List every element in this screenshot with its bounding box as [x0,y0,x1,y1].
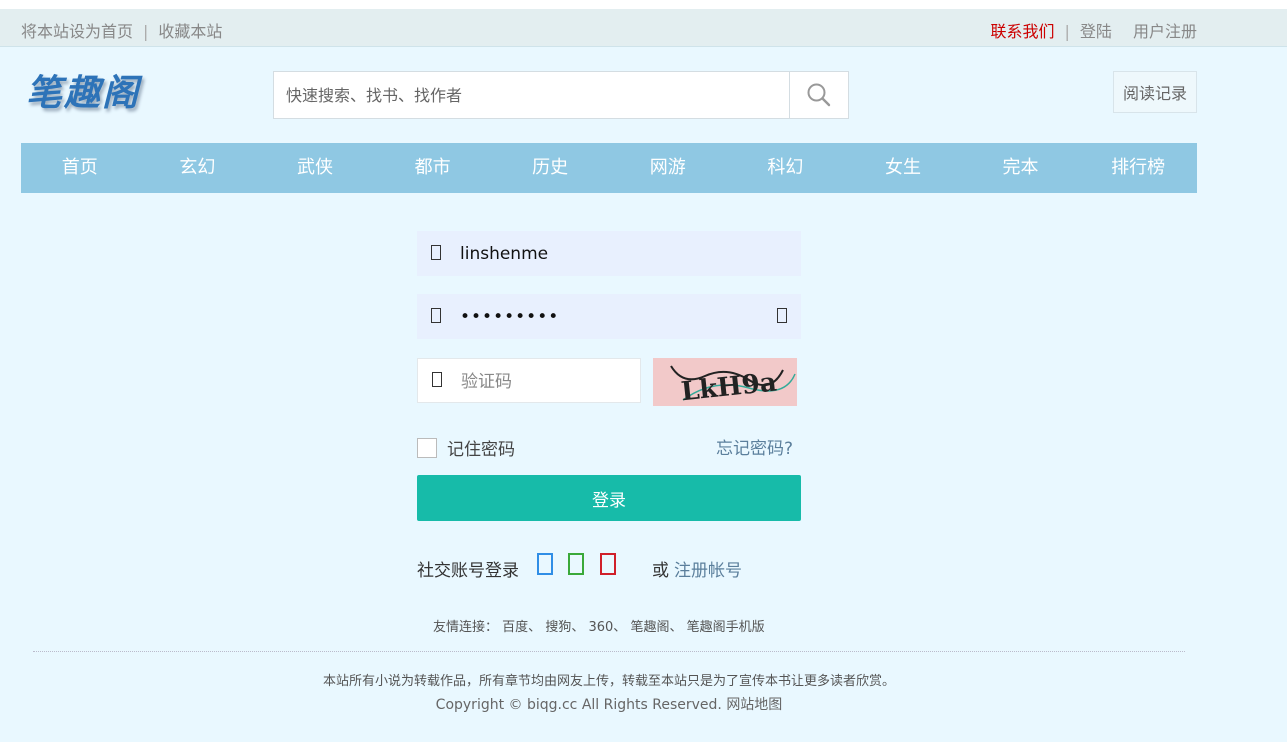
top-bar-right: 联系我们 | 登陆 用户注册 [990,18,1197,42]
top-bar-left: 将本站设为首页 | 收藏本站 [21,18,222,42]
or-label: 或 [652,561,669,581]
login-button[interactable]: 登录 [417,475,801,521]
search-button[interactable] [789,72,848,118]
divider: | [1064,22,1070,41]
site-logo[interactable]: 笔趣阁 [26,64,140,116]
nav-item-lishi[interactable]: 历史 [491,143,609,193]
friend-link-baidu[interactable]: 百度 [502,620,528,635]
password-input[interactable] [460,294,750,339]
divider: | [143,22,149,41]
login-link[interactable]: 登陆 [1080,22,1112,41]
captcha-text: LkH9a [680,367,779,406]
username-field [417,231,801,276]
register-link[interactable]: 用户注册 [1133,22,1197,41]
captcha-graphic: LkH9a [670,365,796,407]
nav-item-wangyou[interactable]: 网游 [609,143,727,193]
remember-password[interactable]: 记住密码 [417,435,515,460]
footer-copyright: Copyright © biqg.cc All Rights Reserved.… [0,694,1218,714]
friend-link-sogou[interactable]: 搜狗 [545,620,571,635]
footer-divider [33,651,1185,652]
captcha-field [417,358,641,404]
weibo-icon[interactable] [600,553,616,575]
friend-link-biquge[interactable]: 笔趣阁 [630,620,669,635]
shield-icon [432,372,442,387]
bookmark-link[interactable]: 收藏本站 [158,22,222,41]
set-homepage-link[interactable]: 将本站设为首页 [21,22,133,41]
captcha-image[interactable]: LkH9a [653,358,797,407]
captcha-input[interactable] [461,359,631,404]
search-input[interactable] [274,72,803,118]
forget-password-link[interactable]: 忘记密码? [716,434,793,459]
nav-item-ranking[interactable]: 排行榜 [1079,143,1197,193]
nav-item-home[interactable]: 首页 [21,143,139,193]
social-login-label: 社交账号登录 [417,561,519,581]
nav-item-xuanhuan[interactable]: 玄幻 [139,143,257,193]
copyright-text: Copyright © biqg.cc All Rights Reserved. [435,697,722,713]
nav-item-wuxia[interactable]: 武侠 [256,143,374,193]
password-field [417,294,801,339]
reading-history-button[interactable]: 阅读记录 [1113,71,1197,113]
main-nav: 首页 玄幻 武侠 都市 历史 网游 科幻 女生 完本 排行榜 [21,143,1197,193]
eye-icon[interactable] [777,308,787,323]
contact-us-link[interactable]: 联系我们 [990,22,1054,41]
nav-item-kehuan[interactable]: 科幻 [727,143,845,193]
register-account-link[interactable]: 注册帐号 [674,556,742,581]
top-bar: 将本站设为首页 | 收藏本站 联系我们 | 登陆 用户注册 [0,9,1287,47]
footer-disclaimer: 本站所有小说为转载作品，所有章节均由网友上传，转载至本站只是为了宣传本书让更多读… [322,674,895,689]
top-strip [0,0,1287,9]
friend-link-biquge-mobile[interactable]: 笔趣阁手机版 [687,620,765,635]
nav-item-wanben[interactable]: 完本 [962,143,1080,193]
friend-links: 友情连接： 百度、 搜狗、 360、 笔趣阁、 笔趣阁手机版 [433,620,765,635]
wechat-icon[interactable] [568,553,584,575]
remember-checkbox[interactable] [417,437,437,458]
friend-link-360[interactable]: 360 [588,620,613,635]
remember-label: 记住密码 [447,440,515,460]
qq-icon[interactable] [537,553,553,575]
friend-links-label: 友情连接： [433,620,499,635]
nav-item-dushi[interactable]: 都市 [374,143,492,193]
sitemap-link[interactable]: 网站地图 [726,697,782,713]
search-box [273,71,849,119]
lock-icon [431,308,441,323]
nav-item-nvsheng[interactable]: 女生 [844,143,962,193]
user-icon [431,245,441,260]
search-icon [807,83,831,107]
username-input[interactable] [460,231,780,276]
